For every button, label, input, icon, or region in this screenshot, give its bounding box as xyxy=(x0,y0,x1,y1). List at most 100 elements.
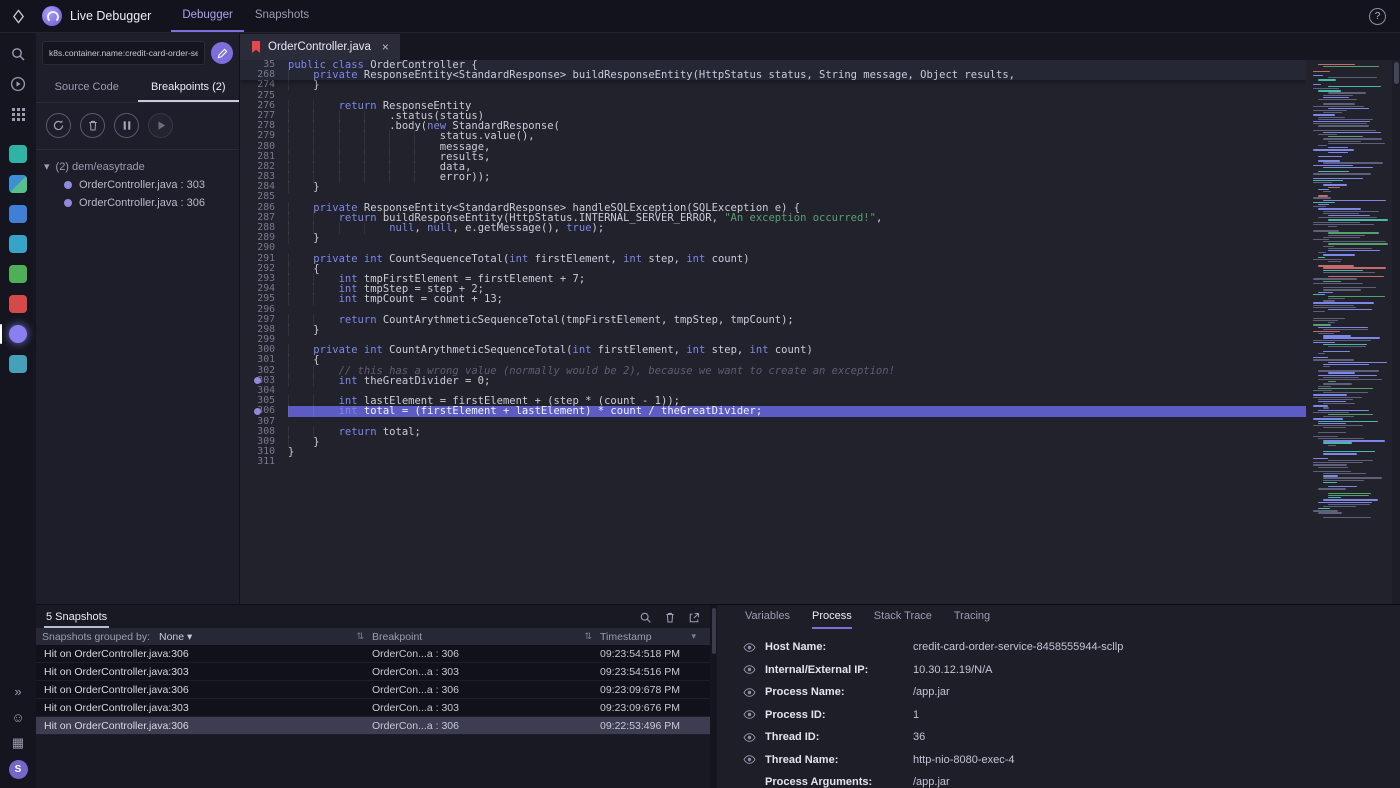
scrollbar-thumb[interactable] xyxy=(1394,62,1399,84)
delete-snapshots-icon[interactable] xyxy=(664,611,676,624)
code-editor: OrderController.java × 35public class Or… xyxy=(240,33,1400,604)
code-line[interactable]: 298 } xyxy=(240,325,1306,335)
code-line[interactable]: 308 return total; xyxy=(240,427,1306,437)
line-gutter[interactable]: 295 xyxy=(240,294,288,304)
app-problems-icon[interactable] xyxy=(0,289,36,319)
watch-eye-icon[interactable] xyxy=(743,731,765,744)
snapshot-row[interactable]: Hit on OrderController.java:306OrderCon.… xyxy=(36,717,710,735)
releases-icon[interactable]: ▦ xyxy=(0,730,36,756)
snapshots-panel: 5 Snapshots xyxy=(36,605,710,788)
snapshot-name: Hit on OrderController.java:306 xyxy=(42,648,372,660)
side-tab-source-code[interactable]: Source Code xyxy=(36,74,138,102)
sort-breakpoint-icon[interactable]: ⇅ xyxy=(584,631,592,642)
snapshot-row[interactable]: Hit on OrderController.java:306OrderCon.… xyxy=(36,681,710,699)
pause-breakpoints-button[interactable] xyxy=(114,113,139,138)
code-line[interactable]: 289 } xyxy=(240,233,1306,243)
code-line[interactable]: 309 } xyxy=(240,437,1306,447)
app-deployments-icon[interactable] xyxy=(0,259,36,289)
code-line[interactable]: 303 int theGreatDivider = 0; xyxy=(240,376,1306,386)
code-line[interactable]: 311 xyxy=(240,457,1306,467)
breakpoint-dot-icon[interactable] xyxy=(254,408,261,415)
app-observability-icon[interactable] xyxy=(0,139,36,169)
divider-scrollbar-thumb[interactable] xyxy=(712,608,716,654)
code-line[interactable]: 284 } xyxy=(240,182,1306,192)
line-gutter[interactable]: 311 xyxy=(240,457,288,467)
search-snapshots-icon[interactable] xyxy=(639,611,652,624)
code-line[interactable]: 274 } xyxy=(240,80,1306,90)
group-by-select[interactable]: None ▾ xyxy=(159,631,192,643)
chevron-down-icon: ▾ xyxy=(44,160,50,173)
code-line[interactable]: 288 null, null, e.getMessage(), true); xyxy=(240,223,1306,233)
detail-row: Process Arguments:/app.jar xyxy=(717,771,1400,788)
apps-grid-icon[interactable] xyxy=(0,99,36,129)
edit-filter-button[interactable] xyxy=(211,42,233,64)
detail-value: credit-card-order-service-8458555944-scl… xyxy=(913,641,1123,653)
side-tab-breakpoints-2-[interactable]: Breakpoints (2) xyxy=(138,74,240,102)
sort-timestamp-icon[interactable]: ▾ xyxy=(691,631,696,642)
app-workloads-icon[interactable] xyxy=(0,199,36,229)
editor-tab-title: OrderController.java xyxy=(268,41,371,53)
code-line[interactable]: 297 return CountArythmeticSequenceTotal(… xyxy=(240,315,1306,325)
snapshot-row[interactable]: Hit on OrderController.java:306OrderCon.… xyxy=(36,645,710,663)
watch-eye-icon[interactable] xyxy=(743,708,765,721)
line-gutter[interactable]: 279 xyxy=(240,131,288,141)
detail-label: Host Name: xyxy=(765,641,913,653)
breakpoint-dot-icon[interactable] xyxy=(254,377,261,384)
detail-value: 10.30.12.19/N/A xyxy=(913,664,993,676)
details-tab-tracing[interactable]: Tracing xyxy=(954,610,990,629)
code-line[interactable]: 268 private ResponseEntity<StandardRespo… xyxy=(240,70,1306,80)
app-dashboards-icon[interactable] xyxy=(0,169,36,199)
topbar-tab-snapshots[interactable]: Snapshots xyxy=(244,0,320,32)
snapshots-title-tab[interactable]: 5 Snapshots xyxy=(44,609,109,628)
sort-name-icon[interactable]: ⇅ xyxy=(356,631,364,642)
support-icon[interactable]: ☺ xyxy=(0,704,36,730)
topbar-tab-debugger[interactable]: Debugger xyxy=(171,0,244,32)
delete-breakpoints-button[interactable] xyxy=(80,113,105,138)
line-gutter[interactable]: 268 xyxy=(240,70,288,80)
refresh-button[interactable] xyxy=(46,113,71,138)
play-breakpoints-button[interactable] xyxy=(148,113,173,138)
watch-eye-icon[interactable] xyxy=(743,686,765,699)
breakpoint-column-header[interactable]: Breakpoint xyxy=(372,631,422,643)
detail-label: Process ID: xyxy=(765,709,913,721)
app-clouds-icon[interactable] xyxy=(0,229,36,259)
code-line[interactable]: 283 error)); xyxy=(240,172,1306,182)
snapshot-rows: Hit on OrderController.java:306OrderCon.… xyxy=(36,645,710,735)
watch-eye-icon[interactable] xyxy=(743,663,765,676)
breakpoint-item[interactable]: OrderController.java : 306 xyxy=(64,197,231,209)
details-tab-stack-trace[interactable]: Stack Trace xyxy=(874,610,932,629)
code-line[interactable]: 295 int tmpCount = count + 13; xyxy=(240,294,1306,304)
expand-rail-icon[interactable]: » xyxy=(0,678,36,704)
editor-tab[interactable]: OrderController.java × xyxy=(240,34,400,60)
open-in-new-icon[interactable] xyxy=(688,612,700,624)
code-viewport[interactable]: 35public class OrderController {268 priv… xyxy=(240,60,1306,604)
code-line[interactable]: 300 private int CountArythmeticSequenceT… xyxy=(240,345,1306,355)
account-badge[interactable]: S xyxy=(0,756,36,782)
code-line[interactable]: 306 int total = (firstElement + lastElem… xyxy=(240,406,1306,416)
topbar: Live Debugger DebuggerSnapshots ? xyxy=(0,0,1400,33)
replay-sessions-icon[interactable] xyxy=(0,69,36,99)
details-tab-variables[interactable]: Variables xyxy=(745,610,790,629)
timestamp-column-header[interactable]: Timestamp xyxy=(600,631,652,643)
details-tab-process[interactable]: Process xyxy=(812,610,852,629)
close-tab-icon[interactable]: × xyxy=(382,40,389,54)
editor-scrollbar[interactable] xyxy=(1392,60,1400,604)
breakpoint-group[interactable]: ▾ (2) dem/easytrade xyxy=(44,160,231,173)
search-icon[interactable] xyxy=(0,39,36,69)
detail-row: Thread ID:36 xyxy=(717,726,1400,749)
minimap[interactable] xyxy=(1306,60,1392,604)
panel-divider[interactable] xyxy=(710,605,717,788)
code-line[interactable]: 291 private int CountSequenceTotal(int f… xyxy=(240,254,1306,264)
app-live-debugger-icon[interactable] xyxy=(0,319,36,349)
detail-row: Process ID:1 xyxy=(717,704,1400,727)
snapshot-row[interactable]: Hit on OrderController.java:303OrderCon.… xyxy=(36,699,710,717)
code-line[interactable]: 279 status.value(), xyxy=(240,131,1306,141)
app-services-icon[interactable] xyxy=(0,349,36,379)
watch-eye-icon[interactable] xyxy=(743,641,765,654)
entity-filter-input[interactable] xyxy=(42,41,205,65)
help-button[interactable]: ? xyxy=(1369,8,1386,25)
breakpoint-item[interactable]: OrderController.java : 303 xyxy=(64,179,231,191)
code-line[interactable]: 310} xyxy=(240,447,1306,457)
snapshot-row[interactable]: Hit on OrderController.java:303OrderCon.… xyxy=(36,663,710,681)
watch-eye-icon[interactable] xyxy=(743,753,765,766)
